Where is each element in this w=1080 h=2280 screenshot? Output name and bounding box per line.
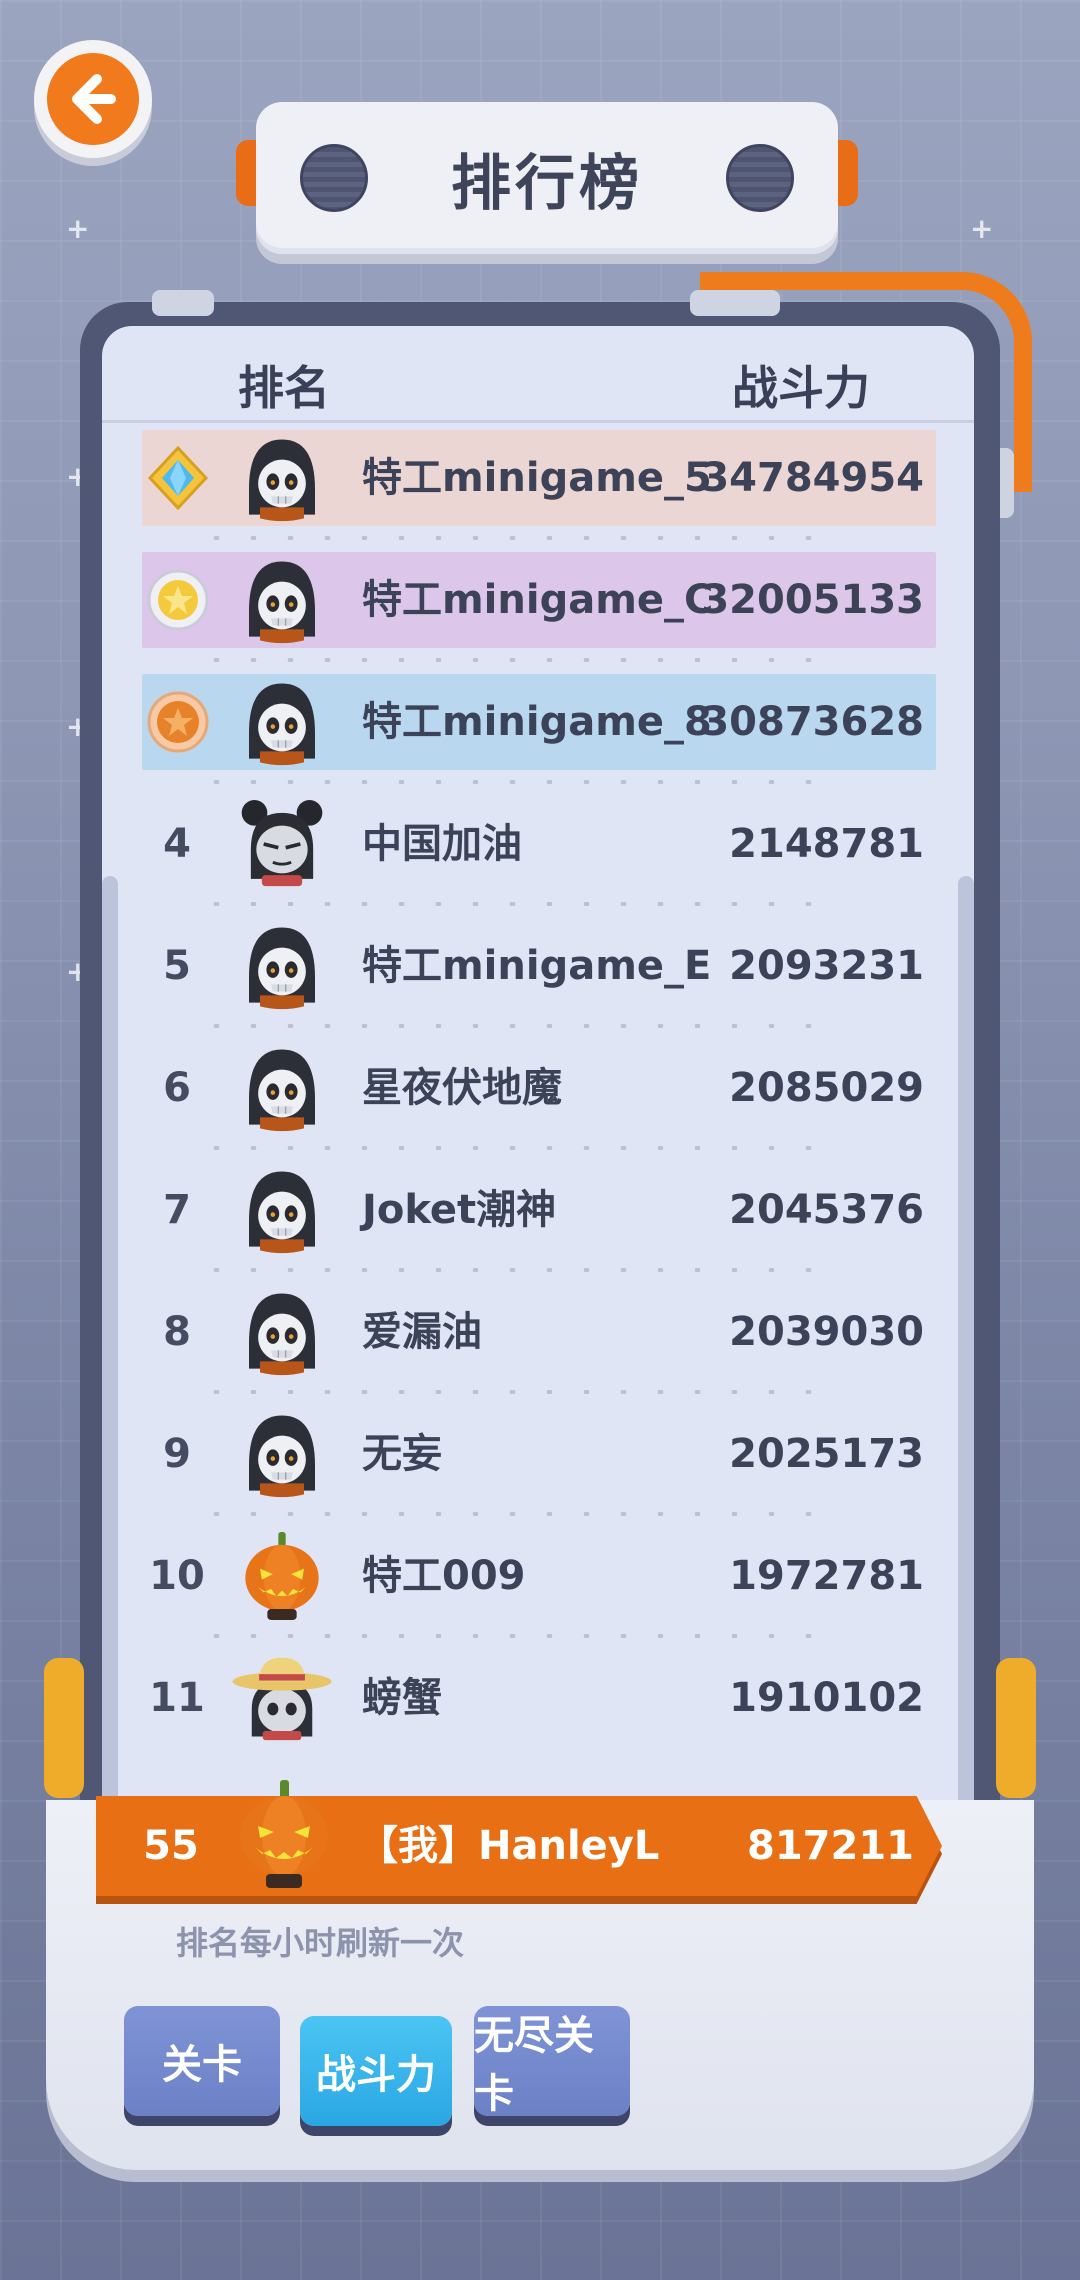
back-arrow-icon <box>47 53 139 145</box>
row-divider <box>198 658 818 662</box>
rank-column-header: 排名 <box>238 361 330 415</box>
pumpkin-avatar <box>236 1780 332 1890</box>
row-divider <box>198 780 818 784</box>
bronze-medal-icon <box>146 690 210 754</box>
row-divider <box>198 1634 818 1638</box>
row-divider <box>198 1024 818 1028</box>
table-row[interactable]: 6 星夜伏地魔 2085029 <box>142 1040 936 1136</box>
page-title: 排行榜 <box>451 148 643 219</box>
player-score: 2045376 <box>729 1187 924 1233</box>
skull-avatar <box>238 434 326 522</box>
title-plate: 排行榜 <box>256 102 838 254</box>
skull-avatar <box>238 678 326 766</box>
row-divider <box>198 1146 818 1150</box>
rank-number: 4 <box>163 821 191 867</box>
player-name: Joket潮神 <box>362 1187 557 1233</box>
tab-endless[interactable]: 无尽关卡 <box>474 2006 630 2117</box>
skull-avatar <box>238 922 326 1010</box>
power-column-header: 战斗力 <box>732 361 870 415</box>
skull-avatar <box>238 1166 326 1254</box>
my-score: 817211 <box>747 1823 914 1869</box>
player-name: 螃蟹 <box>362 1675 442 1721</box>
skull-avatar <box>238 1288 326 1376</box>
rank-number: 7 <box>163 1187 191 1233</box>
tab-power-label: 战斗力 <box>316 2052 436 2098</box>
player-name: 特工minigame_C <box>362 577 714 623</box>
player-score: 2085029 <box>729 1065 924 1111</box>
player-score: 34784954 <box>701 455 924 501</box>
my-rank-row: 55 【我】HanleyL 817211 <box>96 1780 942 1904</box>
rank-number: 6 <box>163 1065 191 1111</box>
rank-number: 11 <box>149 1675 205 1721</box>
rank-number: 10 <box>149 1553 205 1599</box>
leaderboard-list[interactable]: 排名 战斗力 特工minigame_5 34784954 特工minigame_C… <box>102 326 974 1986</box>
table-row[interactable]: 4 中国加油 2148781 <box>142 796 936 892</box>
player-name: 特工minigame_8 <box>362 699 712 745</box>
refresh-note: 排名每小时刷新一次 <box>176 1924 465 1962</box>
frame-clip <box>152 290 214 316</box>
my-name: 【我】HanleyL <box>358 1823 660 1869</box>
player-score: 2025173 <box>729 1431 924 1477</box>
tab-endless-label: 无尽关卡 <box>474 2013 594 2117</box>
mouse-ears-avatar <box>238 800 326 888</box>
table-row[interactable]: 特工minigame_C 32005133 <box>142 552 936 648</box>
row-divider <box>198 1512 818 1516</box>
skull-avatar <box>238 1044 326 1132</box>
player-score: 30873628 <box>701 699 924 745</box>
tray-clip <box>996 1658 1036 1798</box>
player-name: 特工minigame_5 <box>362 455 712 501</box>
gold-medal-icon <box>146 568 210 632</box>
player-name: 特工009 <box>362 1553 526 1599</box>
list-rail <box>958 876 974 1866</box>
back-button[interactable] <box>34 40 152 158</box>
player-score: 1972781 <box>729 1553 924 1599</box>
rank-number: 8 <box>163 1309 191 1355</box>
pumpkin-avatar <box>238 1532 326 1620</box>
table-row[interactable]: 10 特工009 1972781 <box>142 1528 936 1624</box>
row-divider <box>198 536 818 540</box>
skull-avatar <box>238 1410 326 1498</box>
header-divider <box>102 420 974 423</box>
row-divider <box>198 1390 818 1394</box>
plus-decoration: + <box>66 212 90 245</box>
tab-levels[interactable]: 关卡 <box>124 2006 280 2116</box>
skull-avatar <box>238 556 326 644</box>
table-row[interactable]: 5 特工minigame_E 2093231 <box>142 918 936 1014</box>
player-name: 爱漏油 <box>362 1309 482 1355</box>
tab-levels-label: 关卡 <box>162 2042 242 2088</box>
player-name: 星夜伏地魔 <box>362 1065 562 1111</box>
table-row[interactable]: 8 爱漏油 2039030 <box>142 1284 936 1380</box>
screw-icon <box>300 144 368 212</box>
plus-decoration: + <box>970 212 994 245</box>
tray-clip <box>44 1658 84 1798</box>
rank-number: 5 <box>163 943 191 989</box>
player-score: 2093231 <box>729 943 924 989</box>
player-score: 1910102 <box>729 1675 924 1721</box>
my-rank: 55 <box>143 1823 199 1869</box>
player-score: 2148781 <box>729 821 924 867</box>
table-row[interactable]: 11 螃蟹 1910102 <box>142 1650 936 1746</box>
frame-clip <box>690 290 780 316</box>
rank-number: 9 <box>163 1431 191 1477</box>
player-name: 中国加油 <box>362 821 522 867</box>
table-row[interactable]: 7 Joket潮神 2045376 <box>142 1162 936 1258</box>
screw-icon <box>726 144 794 212</box>
row-divider <box>198 902 818 906</box>
player-score: 2039030 <box>729 1309 924 1355</box>
tab-power[interactable]: 战斗力 <box>300 2016 452 2126</box>
table-row[interactable]: 9 无妄 2025173 <box>142 1406 936 1502</box>
row-divider <box>198 1268 818 1272</box>
table-row[interactable]: 特工minigame_8 30873628 <box>142 674 936 770</box>
table-row[interactable]: 特工minigame_5 34784954 <box>142 430 936 526</box>
player-score: 32005133 <box>701 577 924 623</box>
player-name: 特工minigame_E <box>362 943 712 989</box>
straw-hat-avatar <box>232 1654 332 1742</box>
list-rail <box>102 876 118 1866</box>
diamond-medal-icon <box>146 445 210 511</box>
player-name: 无妄 <box>362 1431 442 1477</box>
